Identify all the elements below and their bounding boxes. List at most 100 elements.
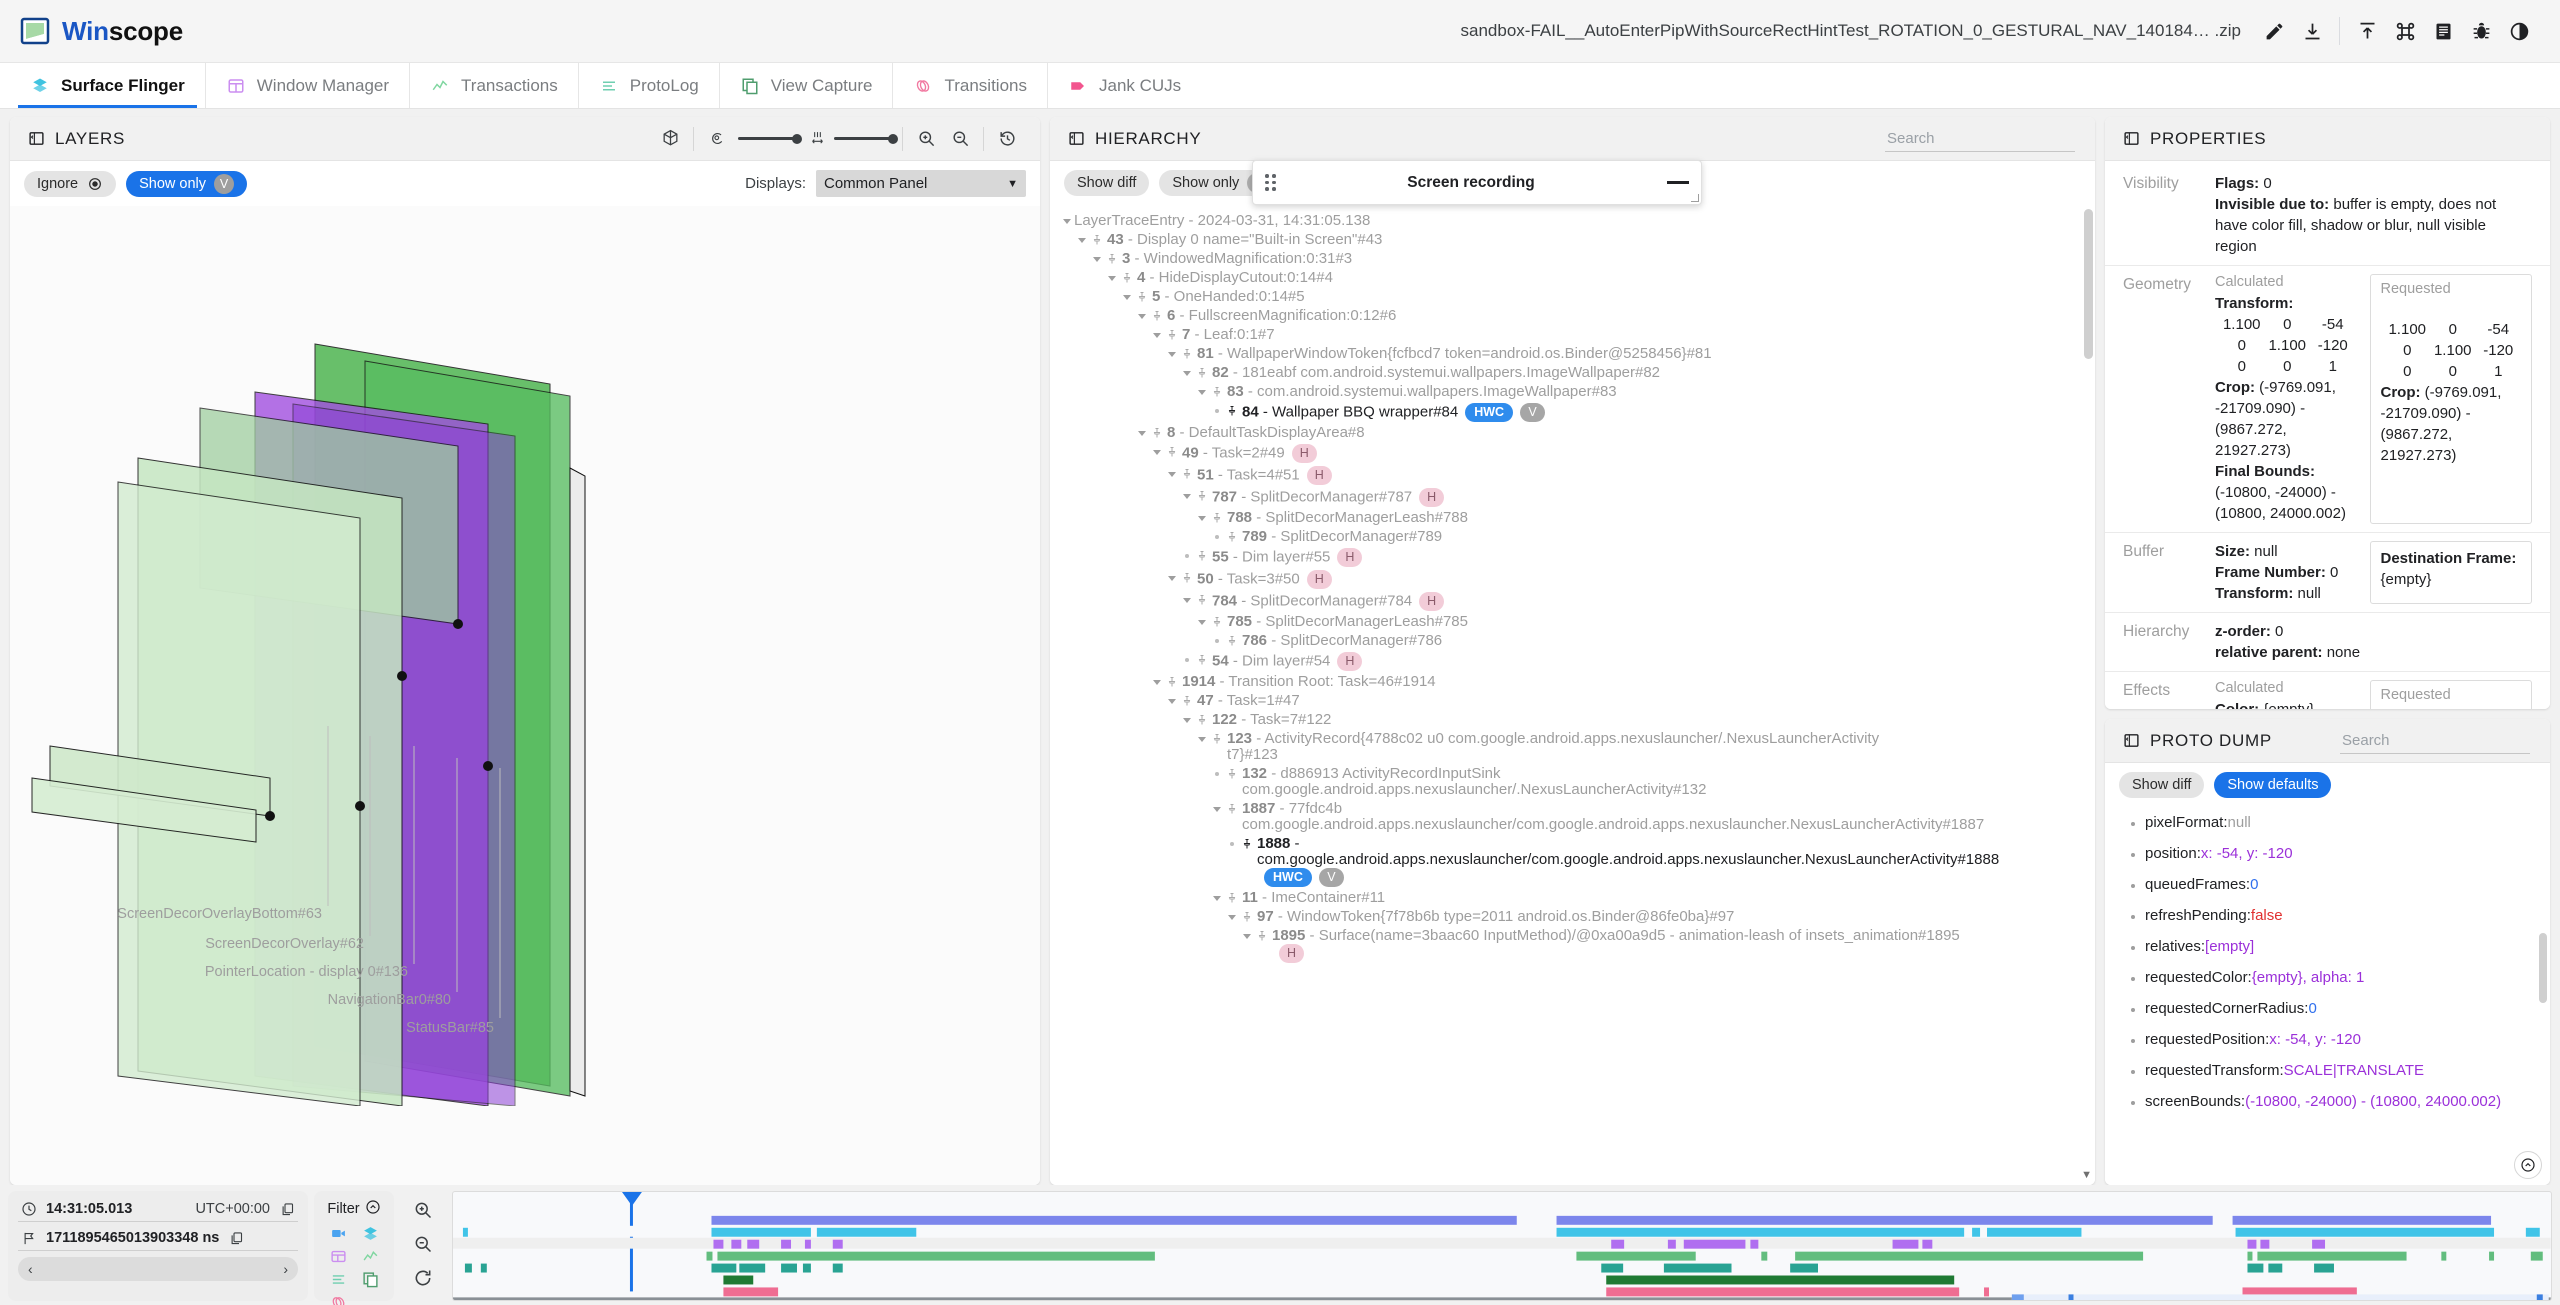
tab-transitions[interactable]: Transitions: [893, 63, 1048, 108]
shortcuts-icon[interactable]: [2386, 12, 2424, 50]
pin-icon[interactable]: [1209, 731, 1225, 747]
pin-icon[interactable]: [1164, 327, 1180, 343]
collapse-panel-icon[interactable]: [26, 129, 46, 149]
tab-protolog[interactable]: ProtoLog: [579, 63, 720, 108]
timeline-prev-button[interactable]: ‹: [28, 1261, 33, 1277]
chip-show-diff[interactable]: Show diff: [1064, 170, 1150, 196]
hierarchy-node[interactable]: 789 - SplitDecorManager#789: [1060, 527, 2095, 546]
proto-dump-row[interactable]: position: x: -54, y: -120: [2105, 838, 2550, 869]
window-icon[interactable]: [328, 1246, 348, 1266]
pin-icon[interactable]: [1254, 928, 1270, 944]
chevron-down-icon[interactable]: [1120, 289, 1134, 305]
pin-icon[interactable]: [1224, 890, 1240, 906]
hierarchy-node[interactable]: 11 - ImeContainer#11: [1060, 888, 2095, 907]
chevron-down-icon[interactable]: [1165, 570, 1179, 586]
chevron-down-icon[interactable]: [1240, 928, 1254, 944]
hierarchy-node[interactable]: 1914 - Transition Root: Task=46#1914: [1060, 672, 2095, 691]
collapse-panel-icon[interactable]: [1066, 129, 1086, 149]
proto-dump-row[interactable]: requestedPosition: x: -54, y: -120: [2105, 1024, 2550, 1055]
screen-recording-icon[interactable]: [328, 1223, 348, 1243]
docs-icon[interactable]: [2424, 12, 2462, 50]
rings-icon[interactable]: [328, 1292, 348, 1305]
chevron-down-icon[interactable]: [1195, 731, 1209, 747]
hierarchy-node[interactable]: 1895 - Surface(name=3baac60 InputMethod)…: [1060, 926, 2095, 964]
pin-icon[interactable]: [1179, 570, 1195, 586]
chevron-down-icon[interactable]: [1150, 674, 1164, 690]
hierarchy-node[interactable]: 55 - Dim layer#55 H: [1060, 546, 2095, 568]
edit-icon[interactable]: [2255, 12, 2293, 50]
proto-dump-row[interactable]: refreshPending: false: [2105, 900, 2550, 931]
proto-dump-body[interactable]: pixelFormat: null position: x: -54, y: -120…: [2105, 807, 2550, 1185]
pin-icon[interactable]: [1089, 232, 1105, 248]
zoom-out-icon[interactable]: [413, 1234, 433, 1259]
download-icon[interactable]: [2293, 12, 2331, 50]
chevron-down-icon[interactable]: [1135, 308, 1149, 324]
hierarchy-node[interactable]: 82 - 181eabf com.android.systemui.wallpa…: [1060, 363, 2095, 382]
displays-select[interactable]: Common Panel ▼: [816, 170, 1026, 197]
hierarchy-node[interactable]: 5 - OneHanded:0:14#5: [1060, 287, 2095, 306]
chevron-down-icon[interactable]: [1225, 909, 1239, 925]
hierarchy-scrollbar[interactable]: [2084, 209, 2093, 1165]
chevron-down-icon[interactable]: [1210, 890, 1224, 906]
pin-icon[interactable]: [1239, 909, 1255, 925]
zoom-out-icon[interactable]: [943, 124, 977, 154]
collapse-panel-icon[interactable]: [2121, 731, 2141, 751]
chevron-down-icon[interactable]: [1210, 801, 1224, 817]
hierarchy-node[interactable]: 122 - Task=7#122: [1060, 710, 2095, 729]
pin-icon[interactable]: [1164, 444, 1180, 460]
layers-3d-canvas[interactable]: ScreenDecorOverlayBottom#63 ScreenDecorO…: [10, 206, 1040, 1106]
pin-icon[interactable]: [1149, 308, 1165, 324]
pin-icon[interactable]: [1194, 712, 1210, 728]
pin-icon[interactable]: [1224, 766, 1240, 782]
collapse-panel-icon[interactable]: [2121, 129, 2141, 149]
proto-dump-row[interactable]: requestedCornerRadius: 0: [2105, 993, 2550, 1024]
resize-handle-icon[interactable]: [1691, 194, 1699, 202]
timeline-tracks[interactable]: [453, 1192, 2551, 1301]
pin-icon[interactable]: [1224, 529, 1240, 545]
hierarchy-node[interactable]: 83 - com.android.systemui.wallpapers.Ima…: [1060, 382, 2095, 401]
scrollbar-thumb[interactable]: [2084, 209, 2093, 359]
proto-dump-search-input[interactable]: [2340, 727, 2530, 754]
tab-view-capture[interactable]: View Capture: [720, 63, 894, 108]
scroll-to-top-button[interactable]: [2514, 1151, 2542, 1179]
pin-icon[interactable]: [1194, 592, 1210, 608]
separation-slider-knob[interactable]: [888, 133, 898, 144]
hierarchy-node[interactable]: 47 - Task=1#47: [1060, 691, 2095, 710]
proto-dump-scrollbar[interactable]: [2539, 813, 2547, 1179]
hierarchy-node[interactable]: 786 - SplitDecorManager#786: [1060, 631, 2095, 650]
chevron-down-icon[interactable]: [1180, 592, 1194, 608]
hierarchy-node[interactable]: 1887 - 77fdc4b com.google.android.apps.n…: [1060, 799, 2095, 834]
hierarchy-node[interactable]: 49 - Task=2#49 H: [1060, 442, 2095, 464]
timeline-canvas[interactable]: [452, 1191, 2552, 1301]
hierarchy-search-input[interactable]: [1885, 125, 2075, 152]
list-icon[interactable]: [328, 1269, 348, 1289]
chip-show-only-v[interactable]: Show only V: [126, 170, 248, 197]
chevron-up-icon[interactable]: [365, 1199, 381, 1219]
pin-icon[interactable]: [1149, 425, 1165, 441]
pin-icon[interactable]: [1194, 548, 1210, 564]
chevron-down-icon[interactable]: [1195, 614, 1209, 630]
chip-show-defaults[interactable]: Show defaults: [2214, 772, 2332, 799]
proto-dump-row[interactable]: relatives: [empty]: [2105, 931, 2550, 962]
rotation-slider-knob[interactable]: [792, 133, 802, 144]
pin-icon[interactable]: [1179, 346, 1195, 362]
hierarchy-node[interactable]: 84 - Wallpaper BBQ wrapper#84 HWC V: [1060, 401, 2095, 423]
pin-icon[interactable]: [1194, 488, 1210, 504]
drag-handle-icon[interactable]: [1265, 174, 1281, 191]
minimize-icon[interactable]: [1667, 181, 1689, 184]
layers-3d-view[interactable]: ScreenDecorOverlayBottom#63 ScreenDecorO…: [10, 206, 1040, 1185]
pin-icon[interactable]: [1224, 801, 1240, 817]
restore-icon[interactable]: [990, 124, 1024, 154]
pin-icon[interactable]: [1194, 652, 1210, 668]
hierarchy-node[interactable]: 43 - Display 0 name="Built-in Screen"#43: [1060, 230, 2095, 249]
pin-icon[interactable]: [1209, 614, 1225, 630]
pin-icon[interactable]: [1224, 633, 1240, 649]
bug-icon[interactable]: [2462, 12, 2500, 50]
hierarchy-node[interactable]: 97 - WindowToken{7f78b6b type=2011 andro…: [1060, 907, 2095, 926]
hierarchy-tree[interactable]: LayerTraceEntry - 2024-03-31, 14:31:05.1…: [1050, 205, 2095, 1185]
pin-icon[interactable]: [1179, 693, 1195, 709]
chevron-down-icon[interactable]: [1105, 270, 1119, 286]
dark-mode-icon[interactable]: [2500, 12, 2538, 50]
rotation-3d-icon[interactable]: [653, 124, 687, 154]
hierarchy-node[interactable]: 123 - ActivityRecord{4788c02 u0 com.goog…: [1060, 729, 2095, 764]
